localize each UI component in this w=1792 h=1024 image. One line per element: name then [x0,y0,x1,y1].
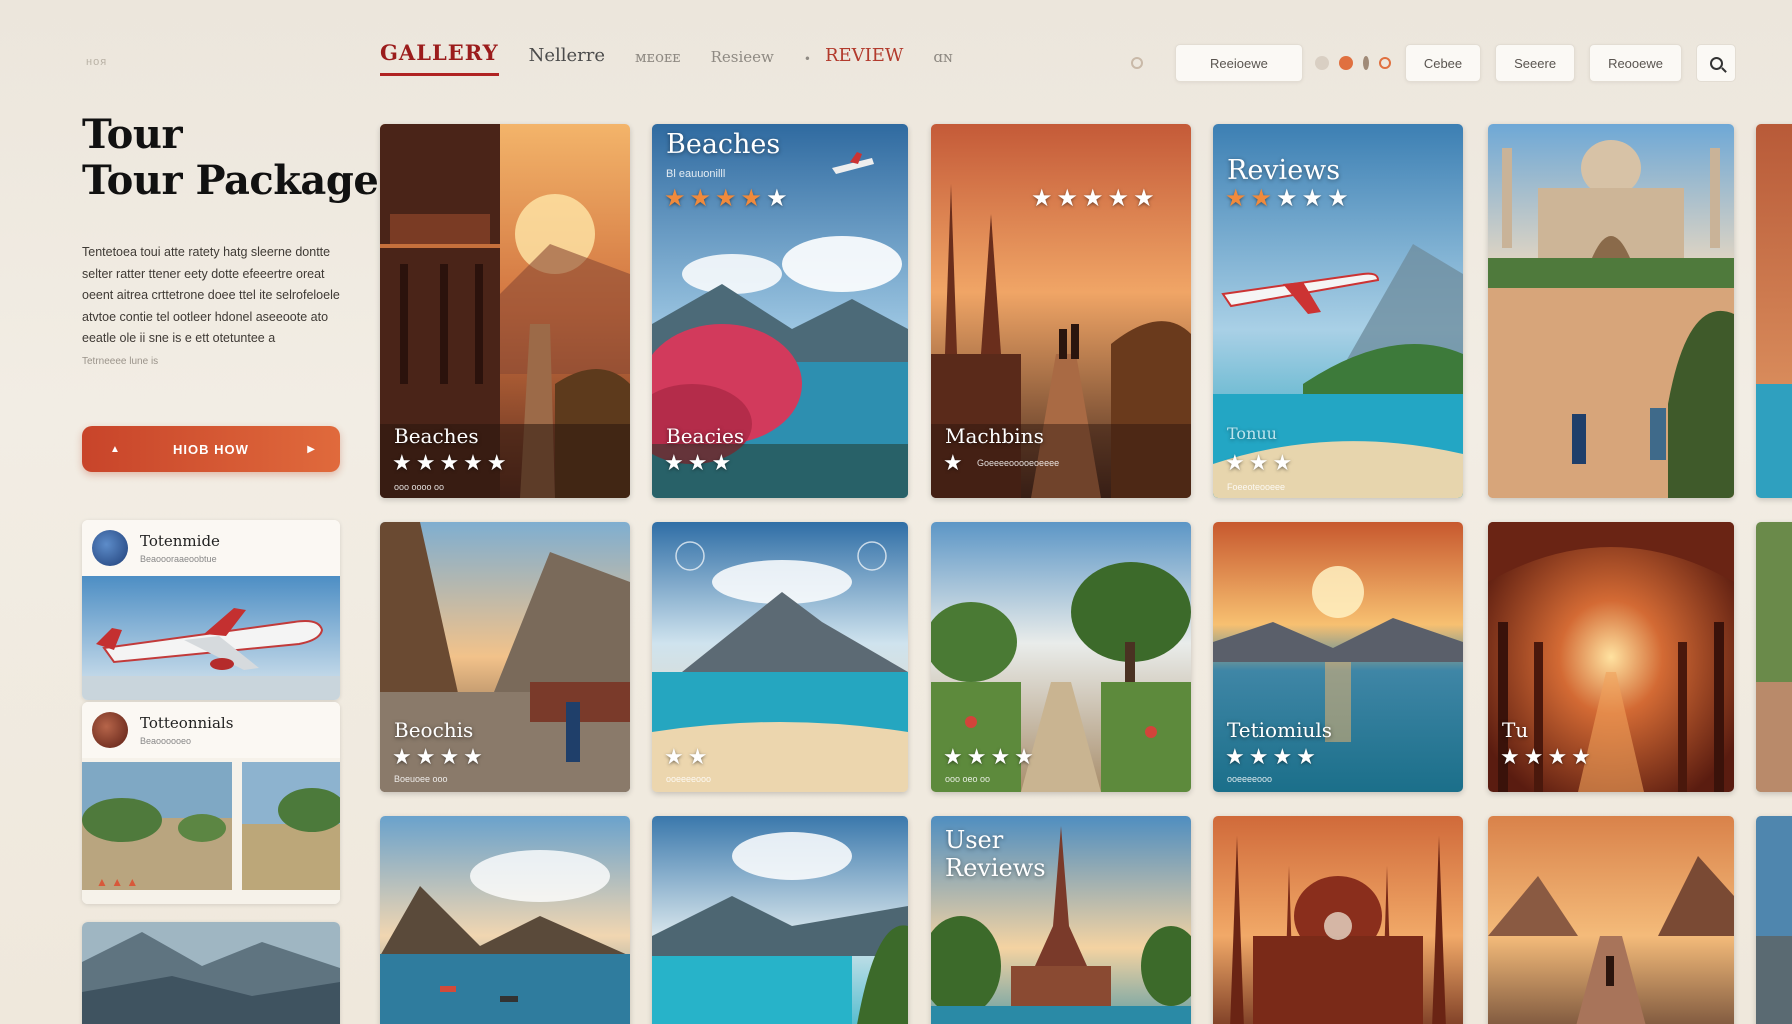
rating-stars: ★★★★ [392,744,487,769]
hero-description: Tentetoea toui atte ratety hatg sleerne … [82,242,344,372]
book-now-button[interactable]: ▲ HIOB HOW ▶ [82,426,340,472]
rating-stars: ★★★ [664,450,736,475]
play-icon: ▶ [307,443,316,455]
main-nav: GALLERY Nellerre ᴍᴇᴏᴇᴇ Resieew • REVIEW … [380,40,983,76]
rating-stars: ★★ [664,744,712,769]
pin-icon[interactable] [1362,56,1369,70]
tour-gallery: Beaches ★★★★★ ooo oooo oo Beaches Bl eau… [380,124,1792,1024]
tile-top-title: User Reviews [945,826,1046,882]
tile-top-subtitle: Bl eauuonilll [666,168,726,180]
tile-caption: Foeeoteooeee [1227,482,1286,492]
description-text: Tentetoea toui atte ratety hatg sleerne … [82,245,340,345]
gallery-tile-r1-5[interactable] [1488,124,1734,498]
gallery-tile-r1-6[interactable] [1756,124,1792,498]
gallery-tile-r3-6[interactable] [1756,816,1792,1024]
tile-caption: ooeeeeooo [666,774,712,784]
nav-link-3[interactable]: ᴍᴇᴏᴇᴇ [635,48,681,76]
nav-review[interactable]: REVIEW [825,45,903,76]
rating-stars-top: ★★★★★ [1031,185,1159,212]
page-title: Tour Tour Package [82,111,379,204]
gallery-tile-r3-3[interactable]: User Reviews [931,816,1191,1024]
dot-icon[interactable] [1314,56,1329,70]
gallery-tile-r2-2[interactable]: ★★ ooeeeeooo [652,522,908,792]
tile-caption: ooeeeeooo [1227,774,1273,784]
card-subtitle: Beaoooooeo [140,736,192,746]
rating-stars: ★★★★★ [392,450,511,475]
rating-stars: ★★★★ [1225,744,1320,769]
rating-stars: ★★★★ [943,744,1038,769]
nav-link-7[interactable]: ɑɴ [933,48,952,76]
header-button-4[interactable]: Reooewe [1589,44,1682,82]
nav-link-4[interactable]: Resieew [711,48,774,76]
gallery-tile-r2-5[interactable]: Tu ★★★★ [1488,522,1734,792]
gallery-tile-r1-1[interactable]: Beaches ★★★★★ ooo oooo oo [380,124,630,498]
gallery-tile-r1-4[interactable]: Reviews ★★★★★ Tonuu ★★★ Foeeoteooeee [1213,124,1463,498]
gallery-tile-r3-4[interactable] [1213,816,1463,1024]
tile-caption: ooo oeo oo [945,774,991,784]
title-line-1: Tour [82,111,183,158]
rating-stars-top: ★★★★★ [664,185,792,212]
avatar [92,712,128,748]
svg-text:▲ ▲ ▲: ▲ ▲ ▲ [96,875,138,889]
gallery-tile-r2-1[interactable]: Beochis ★★★★ Boeuoee ooo [380,522,630,792]
card-header: Totteonnials Beaoooooeo [82,702,340,758]
tile-top-title: Reviews [1227,155,1341,186]
rating-stars: ★ [943,450,967,475]
circle-icon[interactable] [1131,57,1143,69]
gallery-tile-r3-2[interactable] [652,816,908,1024]
gallery-tile-r2-4[interactable]: Tetiomiuls ★★★★ ooeeeeooo [1213,522,1463,792]
tile-title: Beaches [394,424,479,448]
avatar [92,530,128,566]
card-title: Totenmide [140,532,220,550]
rating-stars: ★★★★ [1500,744,1595,769]
cta-label: HIOB HOW [173,441,249,457]
tile-title: Tonuu [1227,424,1277,443]
nav-link-2[interactable]: Nellerre [529,45,605,76]
tile-title: Tetiomiuls [1227,718,1332,742]
gallery-tile-r3-5[interactable] [1488,816,1734,1024]
location-icon[interactable] [1338,56,1353,70]
search-button[interactable] [1696,44,1736,82]
card-header: Totenmide Beaoooraaeoobtue [82,520,340,576]
tile-top-title: Beaches [666,129,781,160]
tile-title: Tu [1502,718,1529,742]
tile-title: Beochis [394,718,474,742]
nav-gallery[interactable]: GALLERY [380,40,499,76]
landscape-pair-image: ▲ ▲ ▲ [82,758,340,904]
chevron-left-icon: ▲ [110,443,121,455]
info-icon[interactable] [1378,57,1391,69]
gallery-tile-r2-6[interactable] [1756,522,1792,792]
tile-title: Machbins [945,424,1044,448]
search-icon [1709,56,1723,70]
gallery-tile-r3-1[interactable] [380,816,630,1024]
tile-caption: Goeeeeooooeoeeee [977,458,1060,468]
header-actions: Reeioewe Cebee Seeere Reooewe [1131,44,1736,82]
header-button-2[interactable]: Cebee [1404,44,1482,82]
title-line-2: Tour Package [82,157,379,204]
card-subtitle: Beaoooraaeoobtue [140,554,217,564]
header-button-1[interactable]: Reeioewe [1175,44,1303,82]
testimonial-card-1[interactable]: Totenmide Beaoooraaeoobtue [82,520,340,700]
tile-caption: ooo oooo oo [394,482,445,492]
tile-caption: Boeuoee ooo [394,774,448,784]
card-title: Totteonnials [140,714,234,732]
airplane-image [82,576,340,700]
header-mini-icons [1314,56,1391,70]
tile-title: Beacies [666,424,745,448]
gallery-tile-r2-3[interactable]: ★★★★ ooo oeo oo [931,522,1191,792]
rating-stars: ★★★ [1225,450,1297,475]
nav-separator: • [803,52,811,66]
description-small: Tetrneeee lune is [82,355,159,367]
header-button-3[interactable]: Seeere [1495,44,1576,82]
brand-logo[interactable]: ноя [86,56,107,68]
rating-stars-top: ★★★★★ [1225,185,1353,212]
mountain-image [82,922,340,1024]
testimonial-card-3[interactable] [82,922,340,1024]
gallery-tile-r1-3[interactable]: ★★★★★ Machbins ★ Goeeeeooooeoeeee [931,124,1191,498]
gallery-tile-r1-2[interactable]: Beaches Bl eauuonilll ★★★★★ Beacies ★★★ [652,124,908,498]
testimonial-card-2[interactable]: Totteonnials Beaoooooeo ▲ ▲ ▲ [82,702,340,904]
